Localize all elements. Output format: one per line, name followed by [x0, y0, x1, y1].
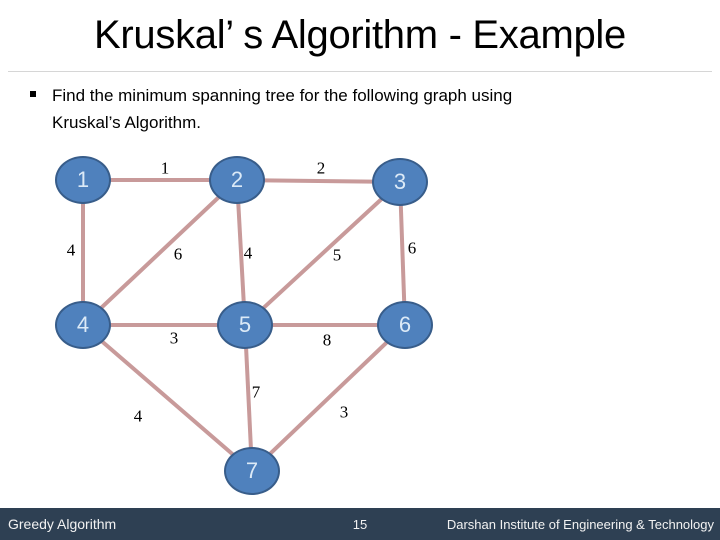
- bullet-line-1: Find the minimum spanning tree for the f…: [52, 86, 513, 105]
- edge-weight-5-7: 7: [251, 382, 261, 402]
- edge-weight-1-2: 1: [160, 158, 170, 178]
- edge-weight-4-5: 3: [169, 328, 179, 348]
- edge-weight-3-6: 6: [407, 238, 417, 258]
- graph-node-2: 2: [209, 156, 265, 204]
- edge-weight-5-6: 8: [322, 330, 332, 350]
- graph-edge-2-4: [81, 178, 239, 327]
- edge-weight-2-5: 4: [243, 243, 253, 263]
- graph-node-7: 7: [224, 447, 280, 495]
- graph-diagram: 1 2 3 4 5 6 7 1 2 4 6 4 5 6 3 8 4 7 3: [0, 140, 720, 508]
- graph-edge-4-7: [81, 323, 254, 473]
- footer-institute-label: Darshan Institute of Engineering & Techn…: [446, 517, 714, 532]
- graph-node-3: 3: [372, 158, 428, 206]
- edge-weight-2-4: 6: [173, 244, 183, 264]
- edge-weight-4-7: 4: [133, 406, 143, 426]
- bullet-text: Find the minimum spanning tree for the f…: [52, 82, 692, 136]
- edge-weight-1-4: 4: [66, 240, 76, 260]
- graph-node-4: 4: [55, 301, 111, 349]
- bullet-square-icon: [30, 91, 36, 97]
- graph-node-5: 5: [217, 301, 273, 349]
- footer-bar: Greedy Algorithm 15 Darshan Institute of…: [0, 508, 720, 540]
- edge-weight-2-3: 2: [316, 158, 326, 178]
- edge-weight-6-7: 3: [339, 402, 349, 422]
- graph-node-1: 1: [55, 156, 111, 204]
- bullet-block: Find the minimum spanning tree for the f…: [30, 82, 692, 136]
- bullet-line-2: Kruskal’s Algorithm.: [52, 113, 201, 132]
- title-divider: [8, 71, 712, 72]
- graph-node-6: 6: [377, 301, 433, 349]
- page-title: Kruskal’ s Algorithm - Example: [94, 13, 626, 57]
- edge-weight-3-5: 5: [332, 245, 342, 265]
- graph-edge-3-5: [243, 180, 402, 327]
